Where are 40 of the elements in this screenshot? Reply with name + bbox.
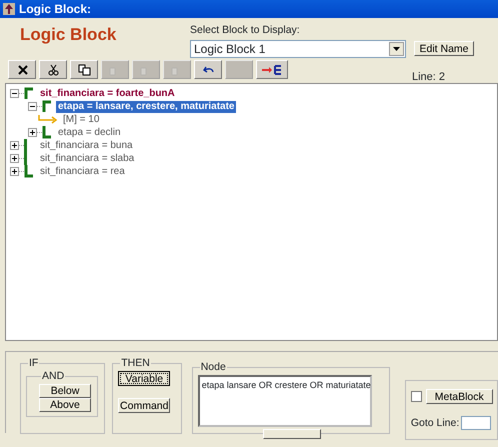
line-indicator: Line: 2	[412, 70, 446, 85]
expand-icon[interactable]	[28, 128, 37, 137]
dropdown-arrow-icon	[393, 46, 400, 50]
select-label: Select Block to Display:	[190, 24, 300, 36]
node-text-area[interactable]: etapa lansare OR crestere OR maturiatate	[198, 375, 372, 427]
expand-icon[interactable]	[10, 154, 19, 163]
goto-line-field[interactable]	[461, 416, 492, 430]
tree-node[interactable]: sit_financiara = rea	[38, 166, 127, 178]
metablock-button[interactable]: MetaBlock	[426, 389, 493, 404]
group-label: AND	[41, 371, 66, 382]
arrow-icon	[38, 115, 58, 124]
expand-icon[interactable]	[10, 141, 19, 150]
block-select[interactable]: Logic Block 1	[190, 40, 406, 58]
collapse-icon[interactable]	[10, 89, 19, 98]
collapse-icon[interactable]	[28, 102, 37, 111]
tree-node[interactable]: etapa = declin	[56, 126, 123, 138]
tree-node[interactable]: [M] = 10	[61, 114, 102, 126]
heading: Logic Block	[20, 24, 118, 46]
variable-button[interactable]: Variable	[118, 371, 170, 386]
below-button[interactable]: Below	[39, 384, 91, 398]
close-icon	[16, 64, 28, 76]
scissors-icon	[46, 64, 60, 76]
tree-node[interactable]: etapa = lansare, crestere, maturiatate	[56, 100, 236, 112]
tree-icon	[261, 64, 283, 76]
checkbox[interactable]	[410, 391, 422, 402]
copy-icon	[78, 64, 90, 76]
goto-label: Goto Line:	[410, 417, 460, 429]
above-button[interactable]: Above	[39, 398, 91, 412]
group-label: IF	[28, 358, 40, 369]
expand-icon[interactable]	[10, 167, 19, 176]
app-icon	[3, 3, 15, 15]
edit-name-button[interactable]: Edit Name	[414, 41, 474, 56]
edit-button[interactable]	[262, 429, 321, 439]
group-label: Node	[200, 362, 227, 373]
command-button[interactable]: Command	[118, 398, 170, 413]
group-label: THEN	[120, 358, 151, 369]
tree-node[interactable]: sit_financiara = foarte_bunA	[38, 88, 177, 100]
tree-node[interactable]: sit_financiara = buna	[38, 140, 135, 152]
window-title: Logic Block:	[19, 1, 92, 18]
tree-node[interactable]: sit_financiara = slaba	[38, 152, 136, 164]
